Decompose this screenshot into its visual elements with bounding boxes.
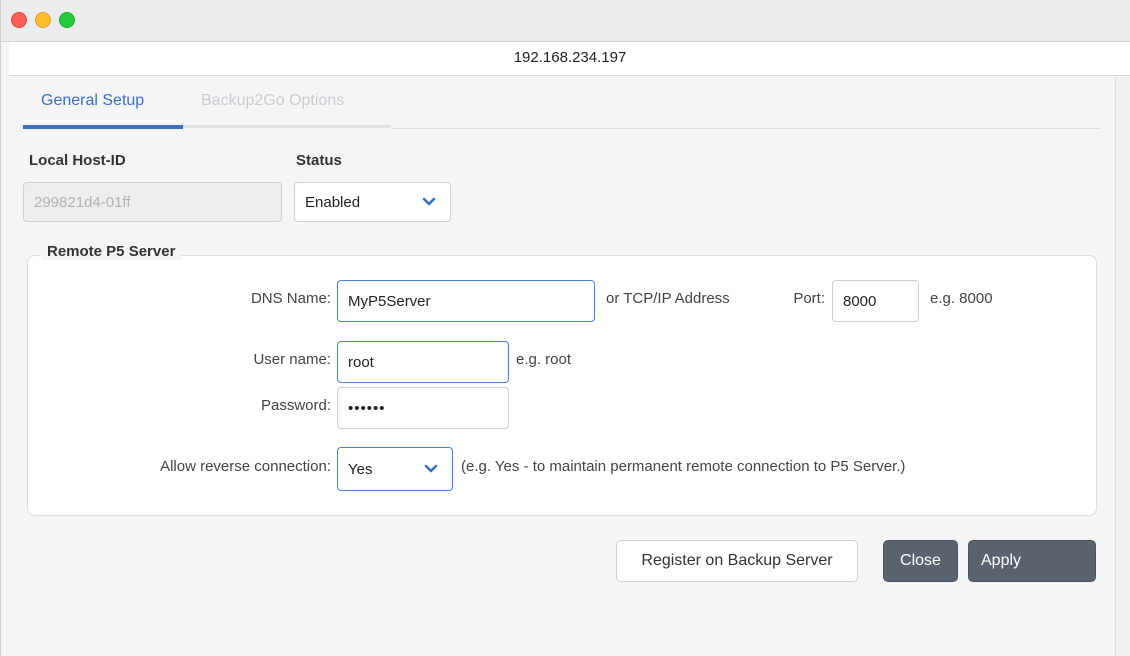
maximize-window-icon[interactable] xyxy=(59,12,75,28)
chevron-down-icon xyxy=(424,464,438,473)
register-button[interactable]: Register on Backup Server xyxy=(616,540,858,582)
status-select[interactable]: Enabled xyxy=(294,182,451,222)
minimize-window-icon[interactable] xyxy=(35,12,51,28)
dns-hint: or TCP/IP Address xyxy=(606,290,730,307)
username-input[interactable]: root xyxy=(337,341,509,383)
inactive-tab-indicator xyxy=(183,125,391,128)
dns-name-label: DNS Name: xyxy=(250,290,331,307)
tab-divider xyxy=(391,128,1101,129)
title-bar xyxy=(1,0,1130,42)
settings-content: General Setup Backup2Go Options Local Ho… xyxy=(9,77,1115,656)
host-id-field: 299821d4-01ff xyxy=(23,182,282,222)
remote-server-legend: Remote P5 Server xyxy=(41,243,182,260)
tab-general-setup[interactable]: General Setup xyxy=(41,92,144,110)
reverse-connection-select[interactable]: Yes xyxy=(337,447,453,491)
reverse-connection-hint: (e.g. Yes - to maintain permanent remote… xyxy=(461,458,906,475)
chevron-down-icon xyxy=(422,197,436,206)
apply-button[interactable]: Apply xyxy=(968,540,1096,582)
port-hint: e.g. 8000 xyxy=(930,290,993,307)
password-input[interactable]: •••••• xyxy=(337,387,509,429)
host-id-label: Local Host-ID xyxy=(29,152,126,169)
username-label: User name: xyxy=(253,351,331,368)
browser-window: 192.168.234.197 General Setup Backup2Go … xyxy=(0,0,1130,656)
port-input[interactable]: 8000 xyxy=(832,280,919,322)
window-right-edge xyxy=(1115,77,1130,656)
password-label: Password: xyxy=(260,397,331,414)
status-label: Status xyxy=(296,152,342,169)
reverse-connection-value: Yes xyxy=(348,460,373,478)
address-bar[interactable]: 192.168.234.197 xyxy=(9,42,1130,76)
port-label: Port: xyxy=(793,290,825,307)
active-tab-indicator xyxy=(23,125,183,129)
status-select-value: Enabled xyxy=(305,193,361,211)
username-hint: e.g. root xyxy=(516,351,572,368)
reverse-connection-label: Allow reverse connection: xyxy=(160,458,331,475)
close-button[interactable]: Close xyxy=(883,540,958,582)
close-window-icon[interactable] xyxy=(11,12,27,28)
tab-backup2go-options[interactable]: Backup2Go Options xyxy=(201,92,344,110)
dns-name-input[interactable]: MyP5Server xyxy=(337,280,595,322)
